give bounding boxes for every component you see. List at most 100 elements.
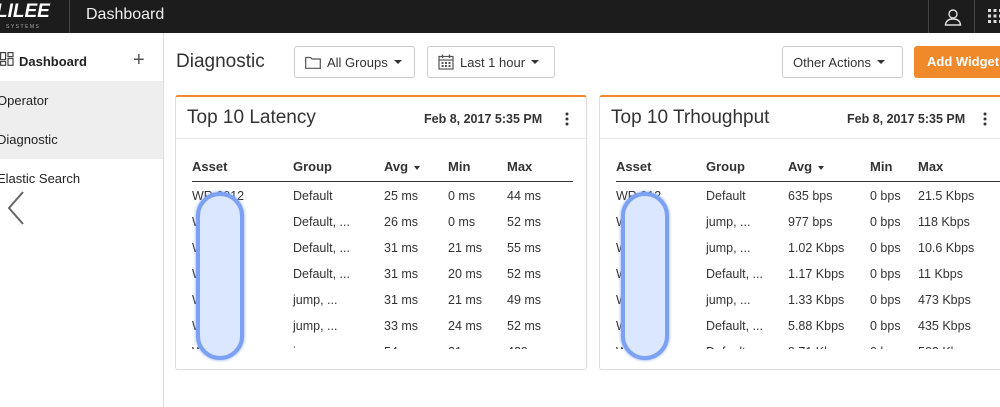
column-header-label: Avg bbox=[384, 159, 409, 174]
column-header-label: Avg bbox=[788, 159, 813, 174]
column-header-label: Asset bbox=[192, 159, 228, 174]
table-cell: 21.5 Kbps bbox=[918, 189, 975, 203]
table-cell: Default, ... bbox=[293, 267, 350, 281]
sidebar-title: Dashboard bbox=[19, 54, 87, 69]
table-cell: Default bbox=[706, 189, 746, 203]
table-cell: 473 Kbps bbox=[918, 293, 971, 307]
table-cell: jump bbox=[293, 345, 320, 349]
column-header-group[interactable]: Group bbox=[293, 159, 332, 174]
table-cell: 25 ms bbox=[384, 189, 419, 203]
table-cell: 20 ms bbox=[448, 267, 483, 281]
table-cell: 44 ms bbox=[507, 189, 542, 203]
calendar-icon bbox=[438, 54, 454, 70]
table-cell: 1.17 Kbps bbox=[788, 267, 845, 281]
table-cell: Default, ... bbox=[706, 319, 763, 333]
app-title: Dashboard bbox=[86, 6, 165, 23]
sidebar-item-diagnostic[interactable]: Diagnostic bbox=[0, 120, 163, 159]
table-cell: 1.02 Kbps bbox=[788, 241, 845, 255]
table-cell: 0 bps bbox=[870, 267, 901, 281]
table-cell: Default, ... bbox=[293, 215, 350, 229]
column-header-min[interactable]: Min bbox=[870, 159, 892, 174]
column-header-min[interactable]: Min bbox=[448, 159, 470, 174]
table-cell: 21 ms bbox=[448, 293, 483, 307]
sidebar-item-label: Diagnostic bbox=[0, 132, 58, 147]
table-cell: 502 Kbps bbox=[918, 345, 971, 349]
column-header-asset[interactable]: Asset bbox=[616, 159, 651, 174]
table-cell: 52 ms bbox=[507, 215, 542, 229]
table-cell: jump, ... bbox=[293, 293, 338, 307]
folder-icon bbox=[305, 56, 321, 69]
table-cell: 54 ms bbox=[384, 345, 418, 349]
table-cell: Default, ... bbox=[706, 267, 763, 281]
table-cell: 635 bps bbox=[788, 189, 833, 203]
table-cell: jump, ... bbox=[293, 319, 338, 333]
column-header-avg[interactable]: Avg bbox=[788, 159, 825, 174]
table-cell: 1.33 Kbps bbox=[788, 293, 845, 307]
time-range-label: Last 1 hour bbox=[460, 54, 526, 70]
table-cell: 52 ms bbox=[507, 319, 542, 333]
sort-desc-icon bbox=[414, 165, 421, 170]
column-header-label: Group bbox=[293, 159, 332, 174]
table-cell: 977 bps bbox=[788, 215, 833, 229]
caret-down-icon bbox=[531, 60, 540, 64]
table-cell: 11 Kbps bbox=[918, 267, 963, 281]
column-header-group[interactable]: Group bbox=[706, 159, 745, 174]
table-cell: 0 bps bbox=[870, 345, 901, 349]
table-cell: 21 ms bbox=[448, 345, 482, 349]
table-cell: 55 ms bbox=[507, 241, 542, 255]
sidebar-item-operator[interactable]: Operator bbox=[0, 81, 163, 120]
table-cell: 0 bps bbox=[870, 241, 901, 255]
table-cell: Default, ... bbox=[293, 241, 350, 255]
table-cell: 429 ms bbox=[507, 345, 548, 349]
header-divider bbox=[192, 181, 573, 182]
table-cell: 49 ms bbox=[507, 293, 542, 307]
sort-desc-icon bbox=[818, 165, 825, 170]
dashboard-icon bbox=[0, 52, 14, 66]
column-header-max[interactable]: Max bbox=[507, 159, 532, 174]
user-icon[interactable] bbox=[943, 7, 963, 27]
add-widget-button[interactable]: Add Widget bbox=[914, 46, 1000, 78]
table-cell: 5.88 Kbps bbox=[788, 319, 845, 333]
column-header-label: Max bbox=[507, 159, 533, 174]
logo-text: LILEE bbox=[0, 1, 50, 22]
other-actions-label: Other Actions bbox=[793, 54, 872, 70]
table-cell: 0 ms bbox=[448, 215, 476, 229]
table-cell: jump, ... bbox=[706, 215, 751, 229]
column-header-asset[interactable]: Asset bbox=[192, 159, 227, 174]
grid-icon[interactable] bbox=[988, 9, 1000, 23]
time-range-dropdown[interactable]: Last 1 hour bbox=[427, 46, 555, 78]
redaction-highlight bbox=[196, 192, 244, 360]
table-cell: 21 ms bbox=[448, 241, 483, 255]
logo[interactable]: LILEE SYSTEMS bbox=[0, 0, 70, 33]
table-cell: 435 Kbps bbox=[918, 319, 971, 333]
groups-label: All Groups bbox=[327, 54, 388, 70]
page-title: Diagnostic bbox=[176, 51, 265, 72]
table-cell: 26 ms bbox=[384, 215, 419, 229]
table-cell: jump, ... bbox=[706, 241, 751, 255]
redaction-highlight bbox=[621, 192, 669, 360]
caret-down-icon bbox=[393, 60, 402, 64]
table-cell: 31 ms bbox=[384, 241, 419, 255]
table-cell: 24 ms bbox=[448, 319, 483, 333]
column-header-label: Group bbox=[706, 159, 745, 174]
table-cell: 31 ms bbox=[384, 293, 419, 307]
logo-subtext: SYSTEMS bbox=[6, 24, 41, 30]
sidebar-item-label: Operator bbox=[0, 93, 49, 108]
add-widget-label: Add Widget bbox=[927, 54, 1000, 69]
table-cell: 0 ms bbox=[448, 189, 476, 203]
table-cell: 0 bps bbox=[870, 189, 901, 203]
column-header-label: Min bbox=[870, 159, 893, 174]
column-header-avg[interactable]: Avg bbox=[384, 159, 421, 174]
column-header-max[interactable]: Max bbox=[918, 159, 943, 174]
table-cell: 9.71 Kbps bbox=[788, 345, 844, 349]
plus-icon[interactable]: + bbox=[133, 50, 145, 70]
top-bar: LILEE SYSTEMS Dashboard bbox=[0, 0, 1000, 33]
table-cell: 33 ms bbox=[384, 319, 419, 333]
groups-dropdown[interactable]: All Groups bbox=[294, 46, 415, 78]
table-cell: 0 bps bbox=[870, 319, 901, 333]
column-header-label: Max bbox=[918, 159, 944, 174]
other-actions-dropdown[interactable]: Other Actions bbox=[782, 46, 903, 78]
chevron-left-icon[interactable] bbox=[6, 190, 26, 226]
column-header-label: Asset bbox=[616, 159, 652, 174]
sidebar-header: Dashboard + bbox=[0, 33, 163, 81]
